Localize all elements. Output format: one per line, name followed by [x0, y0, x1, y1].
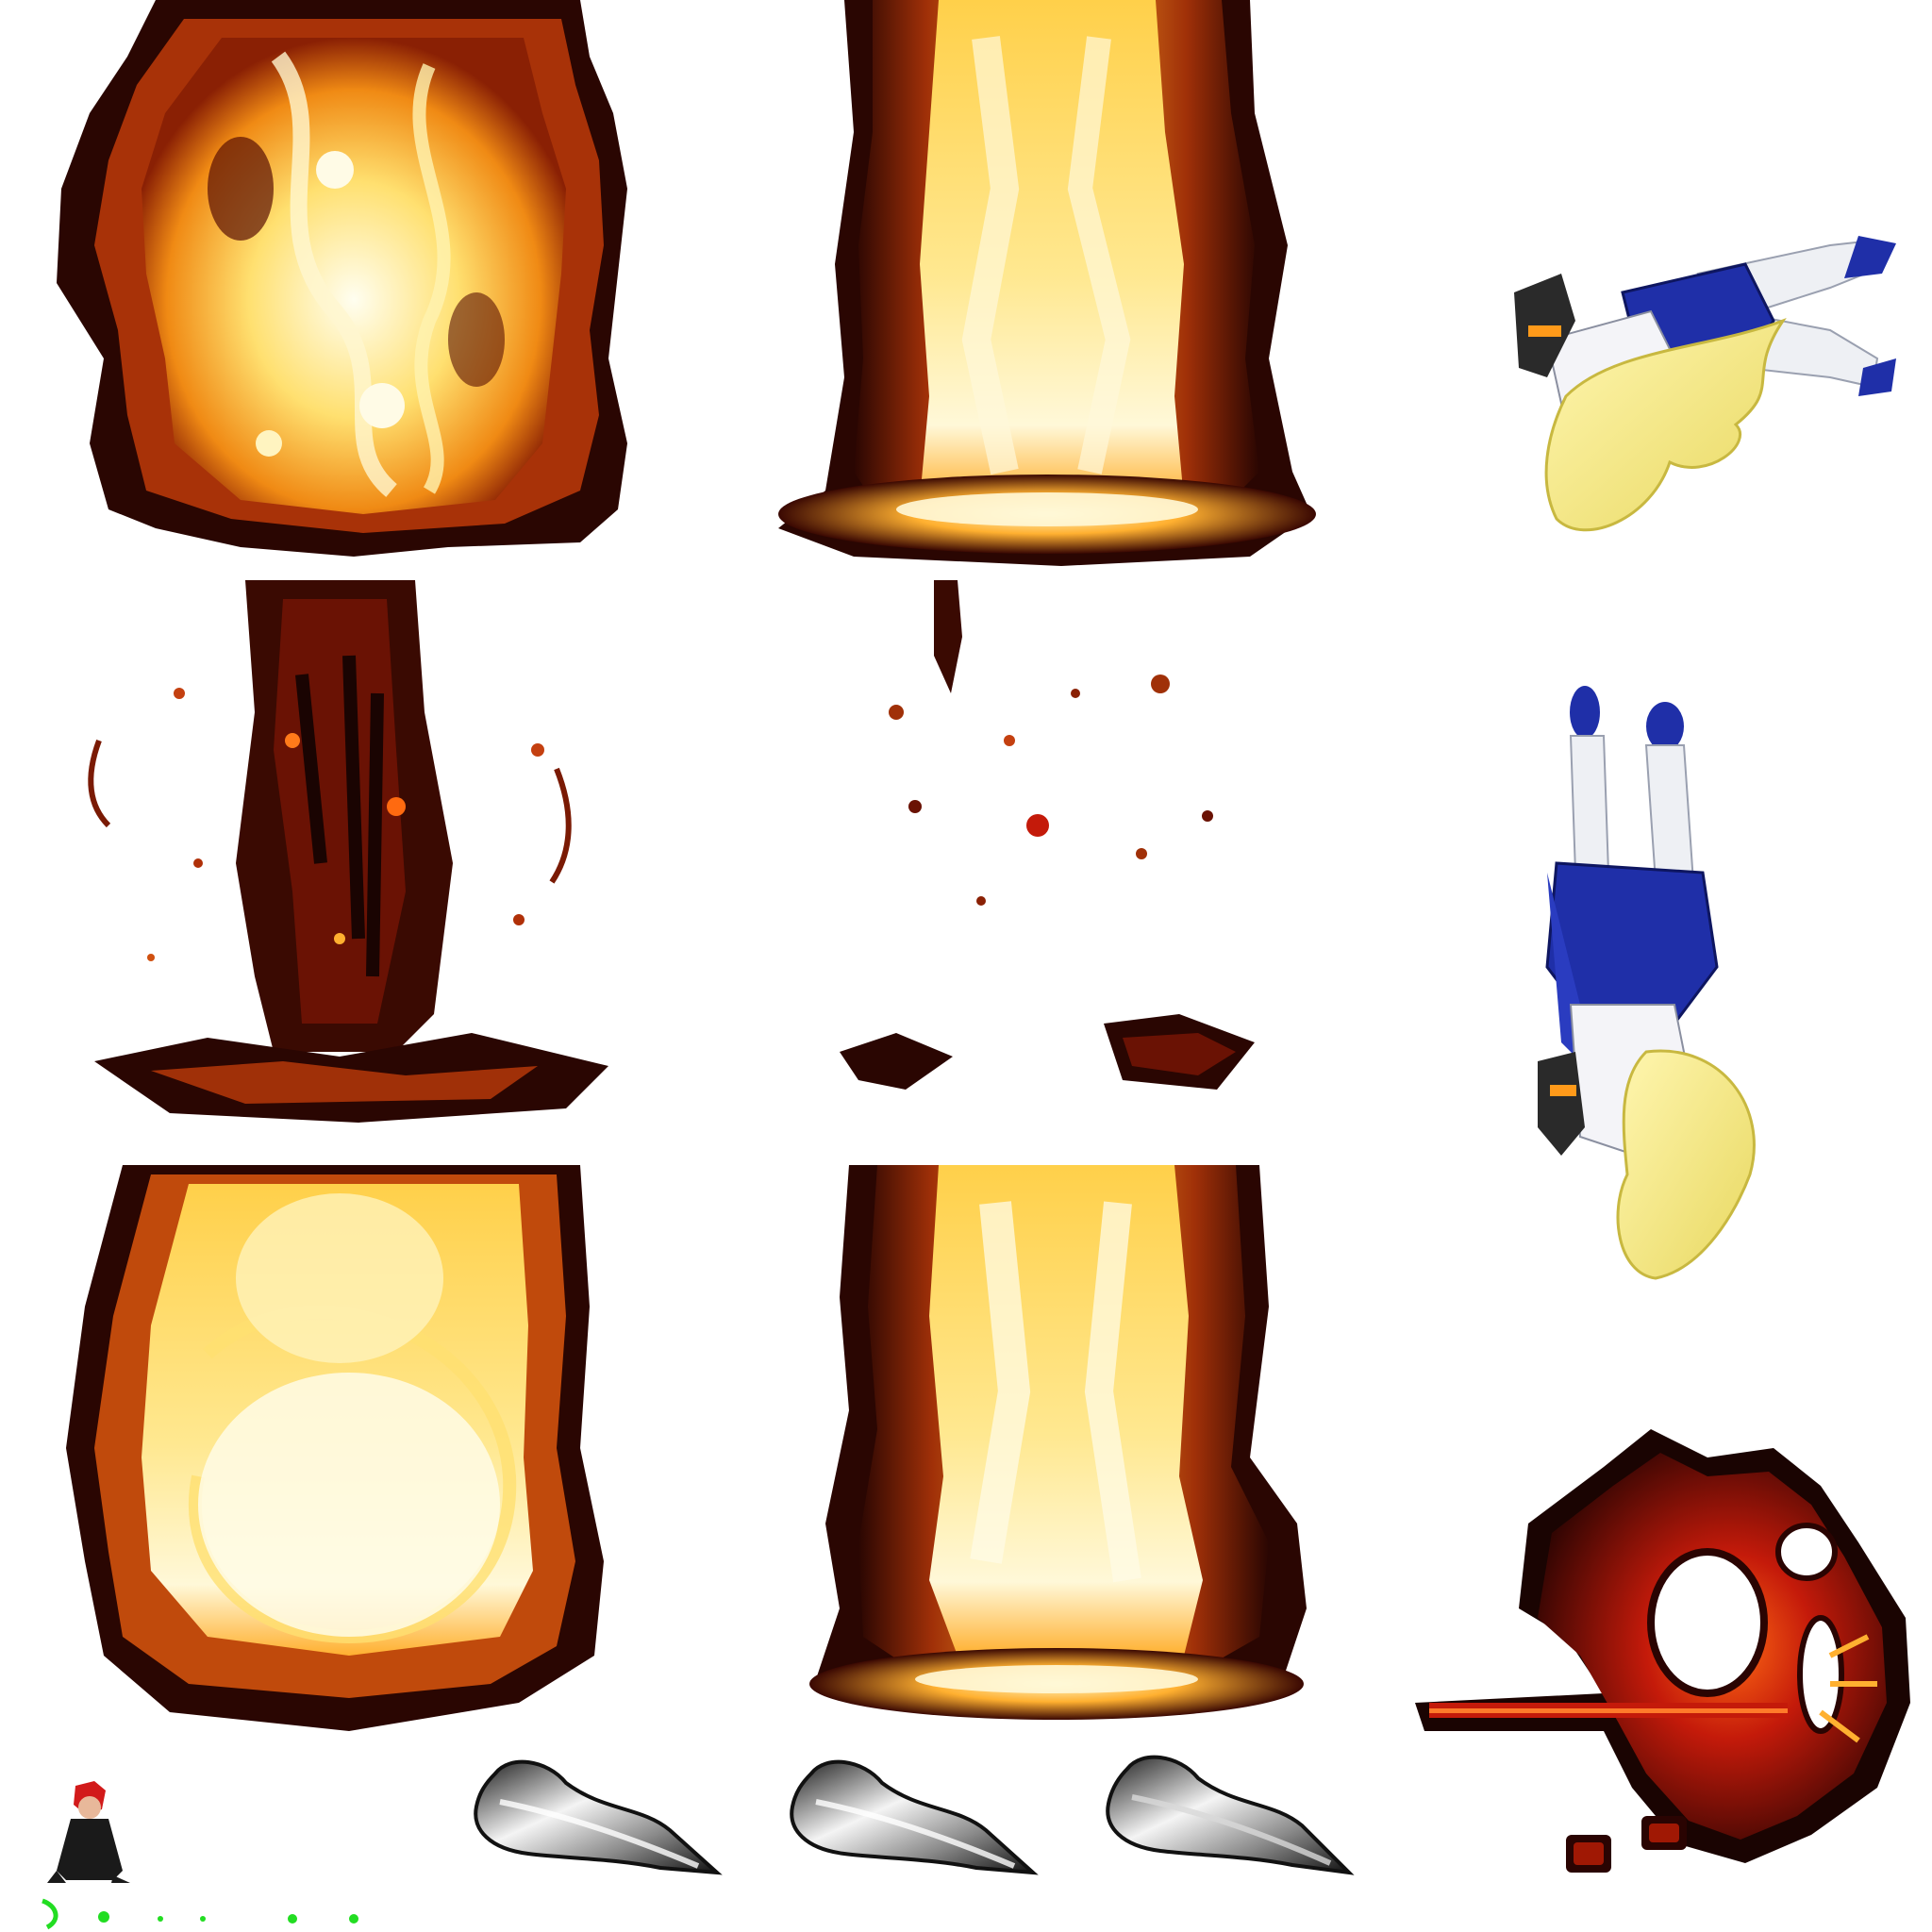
motion-smear-sprite-3: [1104, 1750, 1355, 1877]
sprite-sheet: [0, 0, 1932, 1932]
fire-pillar-sprite-4: [807, 1165, 1321, 1731]
schoolgirl-falling-icon: [1514, 236, 1896, 532]
flame-column-icon: [66, 1165, 604, 1731]
lava-explosion-sprite: [1415, 1429, 1915, 1896]
motion-smear-sprite-2: [788, 1755, 1039, 1877]
hitspark-sprite: [38, 1896, 377, 1930]
dissipating-embers-sprite-2: [840, 580, 1274, 1108]
falling-character-sprite-2: [1533, 684, 1783, 1292]
fire-pillar-sprite-2: [778, 0, 1316, 566]
falling-character-sprite-1: [1500, 236, 1915, 561]
flame-column-icon: [778, 0, 1316, 566]
motion-smear-sprite-1: [472, 1755, 723, 1877]
fire-pillar-sprite-1: [52, 0, 627, 557]
mini-character-sprite: [47, 1781, 132, 1885]
flame-column-icon: [809, 1165, 1307, 1720]
slash-smear-icon: [790, 1759, 1039, 1875]
flame-column-icon: [57, 0, 627, 557]
fire-pillar-sprite-3: [66, 1165, 608, 1731]
slash-smear-icon: [1106, 1755, 1355, 1875]
dissipating-embers-sprite-1: [88, 580, 608, 1123]
lava-burst-icon: [1415, 1429, 1910, 1873]
slash-smear-icon: [474, 1759, 723, 1875]
red-haired-fighter-icon: [47, 1781, 130, 1883]
ember-scatter-icon: [88, 580, 608, 1123]
ember-scatter-icon: [840, 580, 1255, 1090]
schoolgirl-upside-down-icon: [1538, 686, 1756, 1280]
green-spark-icon: [42, 1898, 358, 1930]
